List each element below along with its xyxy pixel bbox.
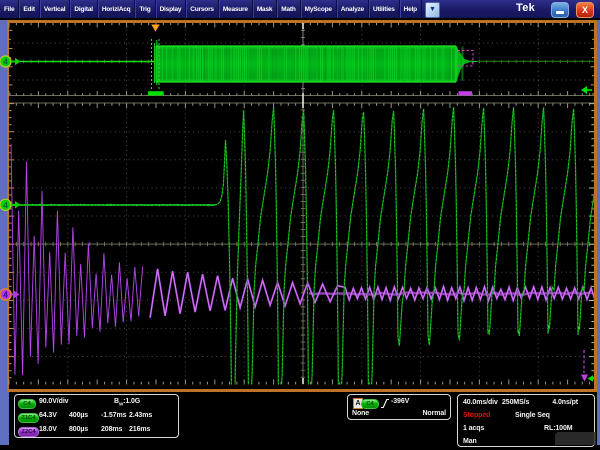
svg-text:4: 4 (3, 290, 8, 300)
svg-text:4: 4 (3, 57, 8, 67)
svg-text:4: 4 (3, 200, 8, 210)
